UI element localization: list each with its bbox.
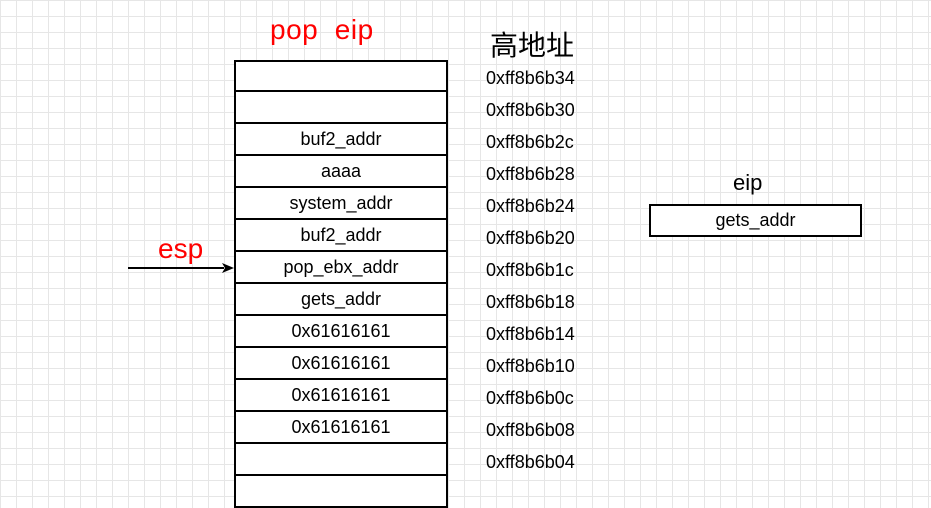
stack-cell: aaaa	[234, 156, 448, 188]
stack-cell	[234, 92, 448, 124]
address-label: 0xff8b6b2c	[486, 132, 574, 152]
stack-cell: buf2_addr	[234, 220, 448, 252]
stack-cell	[234, 60, 448, 92]
esp-arrow-icon	[128, 263, 234, 273]
stack-cell: buf2_addr	[234, 124, 448, 156]
address-label: 0xff8b6b28	[486, 164, 575, 184]
address-label: 0xff8b6b04	[486, 452, 575, 472]
address-label: 0xff8b6b14	[486, 324, 575, 344]
address-column: 0xff8b6b34 0xff8b6b30 0xff8b6b2c 0xff8b6…	[486, 62, 606, 478]
address-label: 0xff8b6b34	[486, 68, 575, 88]
stack-cell: system_addr	[234, 188, 448, 220]
pop-eip-title: pop eip	[270, 14, 374, 45]
address-label: 0xff8b6b08	[486, 420, 575, 440]
stack-cell: 0x61616161	[234, 348, 448, 380]
stack-cell: gets_addr	[234, 284, 448, 316]
stack-cell: 0x61616161	[234, 316, 448, 348]
eip-register-box: gets_addr	[649, 204, 862, 237]
address-label: 0xff8b6b0c	[486, 388, 574, 408]
stack-cell: pop_ebx_addr	[234, 252, 448, 284]
stack-diagram: buf2_addr aaaa system_addr buf2_addr pop…	[234, 60, 448, 508]
stack-cell: 0x61616161	[234, 412, 448, 444]
address-label: 0xff8b6b10	[486, 356, 575, 376]
high-address-title: 高地址	[490, 29, 575, 62]
stack-cell	[234, 444, 448, 476]
address-label: 0xff8b6b1c	[486, 260, 574, 280]
stack-cell	[234, 476, 448, 508]
address-label: 0xff8b6b24	[486, 196, 575, 216]
address-label: 0xff8b6b18	[486, 292, 575, 312]
address-label: 0xff8b6b30	[486, 100, 575, 120]
eip-label: eip	[733, 170, 763, 195]
stack-cell: 0x61616161	[234, 380, 448, 412]
address-label: 0xff8b6b20	[486, 228, 575, 248]
